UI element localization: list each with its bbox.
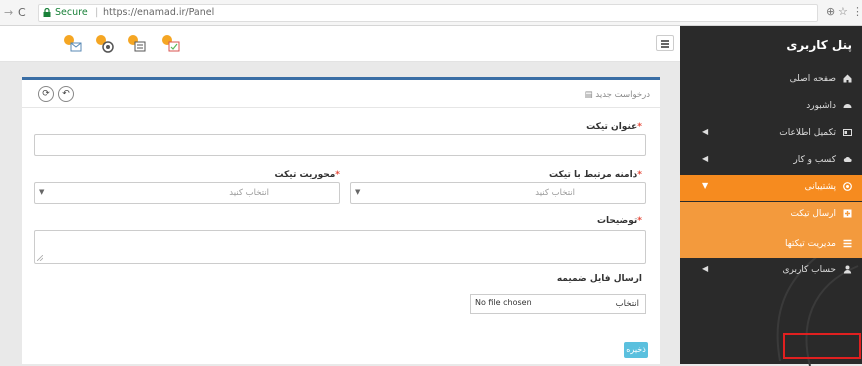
sidebar-item-dashboard[interactable]: داشبورد [680, 94, 862, 120]
sidebar-item-support[interactable]: ▼ پشتیبانی [680, 175, 862, 201]
choose-file-button[interactable]: انتخاب [616, 299, 639, 309]
home-icon [843, 74, 852, 83]
url-separator: | [95, 7, 99, 18]
notification-mail-icon[interactable] [62, 33, 84, 55]
no-file-text: No file chosen [475, 298, 532, 307]
sidebar-item-business[interactable]: ◀ کسب و کار [680, 148, 862, 174]
collapse-arrow-icon: ◀ [702, 264, 709, 273]
back-arrow-icon[interactable]: → [4, 6, 13, 19]
star-icon[interactable]: ☆ [838, 5, 848, 18]
id-card-icon [843, 128, 852, 137]
menu-dots-icon[interactable]: ⋮ [852, 5, 862, 18]
zoom-icon[interactable]: ⊕ [826, 5, 835, 18]
user-icon [843, 265, 852, 274]
url-text[interactable]: https://enamad.ir/Panel [103, 7, 214, 18]
select-placeholder: انتخاب کنید [229, 188, 269, 198]
topic-select[interactable]: انتخاب کنید ▼ [34, 182, 340, 204]
sidebar-item-manage-tickets[interactable]: مدیریت تیکتها [680, 230, 862, 258]
sidebar-item-label: کسب و کار [793, 155, 836, 165]
sidebar-item-label: مدیریت تیکتها [784, 239, 836, 249]
topic-label: محوریت تیکت* [274, 170, 340, 180]
lock-icon [43, 8, 51, 17]
refresh-button[interactable]: ⟳ [38, 86, 54, 102]
reload-icon[interactable]: C [18, 6, 26, 19]
sidebar-item-label: ارسال تیکت [790, 209, 836, 219]
chevron-down-icon: ▼ [355, 188, 361, 196]
highlight-box [783, 333, 861, 359]
sidebar-item-label: تکمیل اطلاعات [779, 128, 836, 138]
dashboard-icon [843, 101, 852, 110]
address-bar[interactable]: Secure | https://enamad.ir/Panel [38, 4, 818, 22]
collapse-arrow-icon: ◀ [702, 127, 709, 136]
save-button[interactable]: ذخیره [624, 342, 648, 358]
sidebar-item-home[interactable]: صفحه اصلی [680, 67, 862, 93]
description-textarea[interactable] [34, 230, 646, 264]
menu-toggle-button[interactable] [656, 35, 674, 51]
list-icon [843, 239, 852, 248]
domain-label: دامنه مرتبط با تیکت* [549, 170, 642, 180]
select-placeholder: انتخاب کنید [535, 188, 575, 198]
sidebar-item-label: صفحه اصلی [789, 74, 836, 84]
back-button[interactable]: ↶ [58, 86, 74, 102]
subject-input[interactable] [34, 134, 646, 156]
secure-label: Secure [55, 7, 88, 18]
attachment-label: ارسال فایل ضمیمه [556, 274, 642, 284]
sidebar-item-send-ticket[interactable]: ارسال تیکت [680, 202, 862, 230]
support-icon [843, 182, 852, 191]
breadcrumb: ▤ درخواست جدید [585, 90, 650, 100]
resize-handle-icon[interactable] [37, 255, 43, 261]
domain-select[interactable]: انتخاب کنید ▼ [350, 182, 646, 204]
sidebar-item-account[interactable]: ◀ حساب کاربری [680, 258, 862, 284]
sidebar-item-label: داشبورد [806, 101, 836, 111]
breadcrumb-label: درخواست جدید [595, 90, 650, 100]
plus-square-icon [843, 209, 852, 218]
browser-bar: → C Secure | https://enamad.ir/Panel ⊕ ☆… [0, 0, 862, 26]
file-input[interactable]: انتخاب No file chosen [470, 294, 646, 314]
collapse-arrow-icon: ◀ [702, 154, 709, 163]
description-label: توضیحات* [596, 216, 642, 226]
panel-header: ▤ درخواست جدید ⟳ ↶ [22, 80, 660, 108]
ticket-form-panel: ▤ درخواست جدید ⟳ ↶ [22, 77, 660, 364]
sidebar-title: پنل کاربری [786, 38, 852, 52]
expand-arrow-icon: ▼ [702, 181, 709, 190]
cloud-icon [843, 155, 852, 164]
sidebar-item-label: پشتیبانی [804, 182, 836, 192]
top-toolbar [0, 26, 680, 62]
chevron-down-icon: ▼ [39, 188, 45, 196]
notification-support-icon[interactable] [94, 33, 116, 55]
notification-calendar-icon[interactable] [160, 33, 182, 55]
notification-users-icon[interactable] [126, 33, 148, 55]
subject-label: عنوان تیکت* [586, 122, 642, 132]
id-card-icon: ▤ [584, 90, 593, 100]
sidebar-item-complete-info[interactable]: ◀ تکمیل اطلاعات [680, 121, 862, 147]
sidebar-item-label: حساب کاربری [782, 265, 836, 275]
